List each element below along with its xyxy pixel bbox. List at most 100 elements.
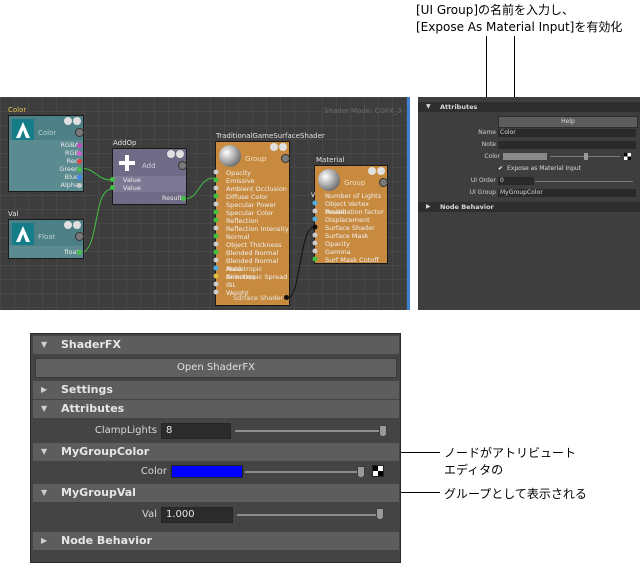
ui-group-field[interactable]: MyGroupColor — [498, 189, 636, 197]
color-slider-knob-small[interactable] — [584, 153, 588, 160]
port-dot-value-2 — [110, 185, 115, 190]
tgs-input-specular-color[interactable]: Specular Color — [216, 209, 289, 217]
material-input-tessellation-factor[interactable]: Tessellation factor — [315, 208, 387, 216]
attribute-editor-panel: ▼ ShaderFX Open ShaderFX ▶ Settings ▼ At… — [30, 333, 401, 563]
color-swatch[interactable] — [171, 465, 243, 478]
tgs-input-ambient-occlusion[interactable]: Ambient Occlusion — [216, 185, 289, 193]
name-field[interactable]: Color — [498, 129, 636, 137]
expose-checkbox[interactable]: ✔ — [498, 165, 503, 173]
help-button[interactable]: Help — [498, 116, 638, 128]
addop-input-2[interactable]: Value — [113, 184, 186, 192]
color-node-thumbnail — [12, 119, 34, 141]
tgs-input-anisotropic-direction[interactable]: Anisotropic Direction — [216, 265, 289, 281]
addop-output-result[interactable]: Result — [162, 194, 182, 202]
tgs-input-opacity[interactable]: Opacity — [216, 169, 289, 177]
shader-sphere-icon — [219, 145, 241, 167]
clamp-lights-slider[interactable] — [235, 430, 387, 432]
tgs-input-specular-power[interactable]: Specular Power — [216, 201, 289, 209]
port-dot-rgb — [77, 151, 82, 156]
section-node-behavior[interactable]: ▶ Node Behavior — [33, 532, 399, 550]
material-node-main-port[interactable] — [379, 178, 388, 187]
port-dot-alpha — [77, 183, 82, 188]
ui-order-label: UI Order — [470, 177, 496, 184]
tgs-input-emissive[interactable]: Emissive — [216, 177, 289, 185]
tgs-input-ibl[interactable]: IBL — [216, 281, 289, 289]
ui-order-field[interactable]: 0 — [498, 177, 534, 185]
tgs-input-reflection[interactable]: Reflection — [216, 217, 289, 225]
collapse-arrow-icon: ▼ — [41, 404, 48, 413]
tgs-output-surface-shader[interactable]: Surface Shader — [233, 294, 283, 302]
material-input-gamma[interactable]: Gamma — [315, 248, 387, 256]
val-slider[interactable] — [237, 514, 383, 516]
section-attributes-label: Attributes — [61, 402, 125, 415]
addop-node-label: AddOp — [113, 139, 137, 147]
tgs-input-blended-normal-mask[interactable]: Blended Normal Mask — [216, 257, 289, 273]
val-field[interactable]: 1.000 — [161, 507, 233, 523]
val-node-main-port[interactable] — [75, 232, 84, 241]
val-slider-knob[interactable] — [376, 508, 384, 520]
color-slider[interactable] — [245, 471, 365, 473]
expand-arrow-icon: ▶ — [41, 536, 48, 545]
material-input-number-of-lights[interactable]: Number of Lights — [315, 192, 387, 200]
tgs-input-diffuse-color[interactable]: Diffuse Color — [216, 193, 289, 201]
addop-input-1[interactable]: Value — [113, 176, 186, 184]
section-shaderfx[interactable]: ▼ ShaderFX — [33, 336, 399, 354]
tgs-input-normal[interactable]: Normal — [216, 233, 289, 241]
open-shaderfx-button[interactable]: Open ShaderFX — [35, 358, 397, 378]
val-label: Val — [142, 509, 157, 520]
val-node[interactable]: Float float — [8, 219, 84, 259]
material-input-opacity[interactable]: Opacity — [315, 240, 387, 248]
material-input-displacement[interactable]: Displacement — [315, 216, 387, 224]
node-graph[interactable]: Shader Mode: CGFX_3 Color Color RGBA RGB… — [0, 97, 410, 310]
port-dot-float — [77, 250, 82, 255]
callout-top-line1: [UI Group]の名前を入力し、 — [416, 3, 575, 17]
section-mygroupval[interactable]: ▼ MyGroupVal — [33, 484, 399, 502]
color-slider-knob[interactable] — [357, 466, 365, 478]
callout-right-line1: ノードがアトリビュート — [444, 446, 577, 460]
checker-icon[interactable] — [372, 465, 384, 477]
clock-icon — [64, 117, 72, 125]
addop-node-type: Add — [142, 162, 156, 170]
clock-icon — [167, 150, 175, 158]
color-node-main-port[interactable] — [75, 128, 84, 137]
material-port-dots: V — [311, 192, 318, 262]
color-node[interactable]: Color RGBA RGB Red Green Blue Alpha — [8, 115, 84, 192]
material-input-surf-mask-cutoff[interactable]: Surf Mask Cutoff — [315, 256, 387, 264]
clock-icon — [270, 143, 278, 151]
addop-node-main-port[interactable] — [178, 161, 187, 170]
attributes-header-small[interactable]: ▼ Attributes — [418, 102, 640, 112]
ui-order-slider[interactable] — [535, 181, 633, 182]
shaderfx-icon — [16, 226, 30, 242]
material-input-surface-mask[interactable]: Surface Mask — [315, 232, 387, 240]
color-node-ports: RGBA RGB Red Green Blue Alpha — [9, 140, 83, 191]
tgs-input-anisotropic-spread[interactable]: Anisotropic Spread — [216, 273, 289, 281]
tgs-input-object-thickness[interactable]: Object Thickness — [216, 241, 289, 249]
material-node[interactable]: Group Number of Lights Object Vertex Pos… — [314, 165, 388, 264]
port-dot-surface-shader — [284, 295, 289, 300]
tgs-node-main-port[interactable] — [281, 154, 290, 163]
tgs-input-blended-normal[interactable]: Blended Normal — [216, 249, 289, 257]
section-mygroupcolor[interactable]: ▼ MyGroupColor — [33, 443, 399, 461]
collapse-arrow-icon: ▼ — [41, 488, 48, 497]
section-attributes[interactable]: ▼ Attributes — [33, 400, 399, 418]
collapse-arrow-icon: ▼ — [426, 103, 431, 110]
color-swatch-small[interactable] — [503, 153, 547, 160]
clamp-lights-slider-knob[interactable] — [379, 425, 387, 437]
node-behavior-header-small[interactable]: ▶ Node Behavior — [418, 202, 640, 212]
note-field[interactable] — [498, 141, 636, 149]
checker-icon[interactable] — [624, 153, 631, 160]
attribute-editor-small: ▼ Attributes Help Name Color Note Color … — [418, 97, 640, 310]
tgs-input-reflection-intensity[interactable]: Reflection Intensity — [216, 225, 289, 233]
port-dot-blue — [77, 175, 82, 180]
collapse-arrow-icon: ▼ — [41, 447, 48, 456]
tgs-node[interactable]: Group Opacity Emissive Ambient Occlusion… — [215, 141, 290, 306]
material-input-surface-shader[interactable]: Surface Shader — [315, 224, 387, 232]
port-dot-green — [77, 167, 82, 172]
material-input-object-vertex-position[interactable]: Object Vertex Positio — [315, 200, 387, 216]
clamp-lights-field[interactable]: 8 — [161, 423, 231, 439]
tgs-input-list: Opacity Emissive Ambient Occlusion Diffu… — [216, 169, 289, 297]
section-settings[interactable]: ▶ Settings — [33, 381, 399, 399]
addop-node[interactable]: Add Value Value Result — [112, 148, 187, 205]
help-icon — [279, 143, 287, 151]
section-mygroupval-label: MyGroupVal — [61, 486, 136, 499]
